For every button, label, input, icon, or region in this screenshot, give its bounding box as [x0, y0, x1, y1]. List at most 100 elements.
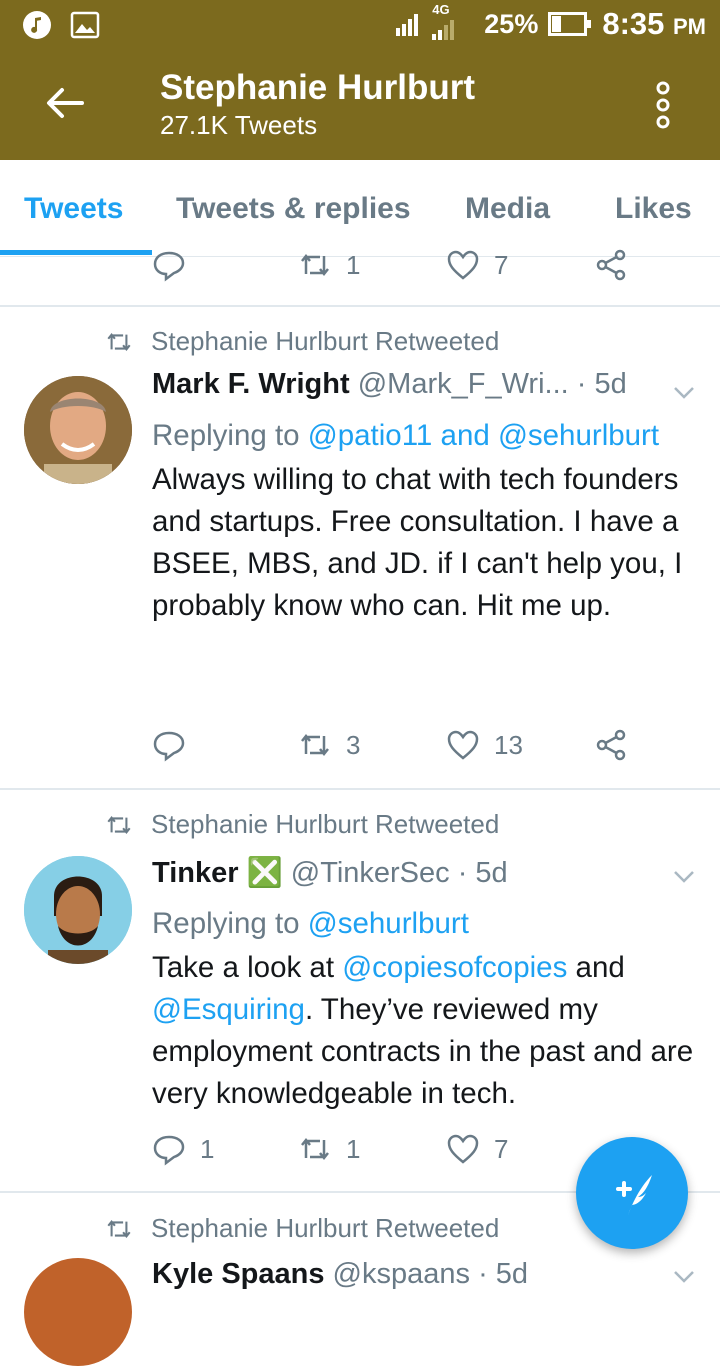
chevron-down-icon[interactable] — [670, 1262, 698, 1290]
replying-mentions[interactable]: @sehurlburt — [308, 907, 469, 940]
tweet-divider — [0, 305, 720, 307]
heart-icon — [447, 730, 479, 760]
retweet-context: Stephanie Hurlburt Retweeted — [105, 1213, 499, 1244]
tab-likes[interactable]: Likes — [615, 192, 692, 226]
compose-tweet-button[interactable] — [576, 1137, 688, 1249]
share-button[interactable] — [594, 728, 628, 762]
retweet-count: 1 — [346, 249, 361, 280]
tweet-header: Mark F. Wright @Mark_F_Wri... · 5d — [152, 368, 627, 401]
avatar[interactable] — [24, 856, 132, 964]
display-name[interactable]: Kyle Spaans — [152, 1258, 324, 1290]
like-count: 7 — [494, 1133, 509, 1164]
reply-button[interactable] — [152, 248, 186, 282]
retweet-icon — [301, 1137, 329, 1161]
retweet-icon — [107, 332, 131, 351]
avatar-face — [24, 856, 132, 964]
like-button[interactable]: 7 — [446, 1132, 508, 1166]
reply-button[interactable]: 1 — [152, 1132, 214, 1166]
tab-tweets[interactable]: Tweets — [24, 192, 123, 226]
tweet-body: Replying to @sehurlburt Take a look at @… — [152, 903, 697, 1115]
top-bar: 4G 25% 8:35 PM Stephanie Hurlburt 27.1K … — [0, 0, 720, 160]
replying-prefix: Replying to — [152, 419, 300, 452]
timestamp: · 5d — [576, 368, 627, 400]
reply-icon — [153, 731, 185, 762]
tweet-text: Always willing to chat with tech founder… — [152, 463, 683, 622]
replying-line: Replying to @sehurlburt — [152, 903, 697, 945]
avatar[interactable] — [24, 376, 132, 484]
battery-icon — [548, 12, 592, 36]
network-type: 4G — [432, 2, 450, 17]
tweet-text-part: Take a look at — [152, 951, 335, 984]
retweet-icon — [301, 733, 329, 757]
replying-prefix: Replying to — [152, 907, 300, 940]
retweet-count: 3 — [346, 729, 361, 760]
avatar-face — [24, 376, 132, 484]
retweet-button[interactable]: 3 — [298, 728, 360, 762]
mention-link[interactable]: @copiesofcopies — [342, 951, 567, 984]
tweet-header: Kyle Spaans @kspaans · 5d — [152, 1258, 528, 1291]
chevron-down-icon[interactable] — [670, 378, 698, 406]
retweet-icon — [107, 1219, 131, 1238]
back-arrow-icon[interactable] — [42, 80, 88, 126]
tweet-divider — [0, 788, 720, 790]
share-button[interactable] — [594, 248, 628, 282]
signal-icon-2 — [432, 20, 455, 40]
tweet-text: Take a look at @copiesofcopies and @Esqu… — [152, 947, 697, 1115]
chevron-down-icon[interactable] — [670, 862, 698, 890]
clock-ampm: PM — [673, 14, 706, 39]
display-name[interactable]: Mark F. Wright — [152, 368, 350, 400]
music-icon — [23, 11, 51, 39]
reply-icon — [153, 1135, 185, 1166]
retweet-button[interactable]: 1 — [298, 1132, 360, 1166]
tab-tweets-and-replies[interactable]: Tweets & replies — [176, 192, 411, 226]
avatar[interactable] — [24, 1258, 132, 1366]
profile-title: Stephanie Hurlburt — [160, 68, 476, 107]
retweet-icon — [301, 253, 329, 277]
reply-icon — [153, 251, 185, 282]
like-count: 7 — [494, 249, 509, 280]
share-icon — [596, 729, 626, 761]
display-name[interactable]: Tinker — [152, 857, 239, 889]
status-right: 4G 25% 8:35 PM — [394, 2, 706, 42]
battery-percent: 25% — [484, 8, 539, 39]
heart-icon — [447, 250, 479, 280]
handle[interactable]: @TinkerSec — [291, 857, 450, 889]
handle[interactable]: @kspaans — [333, 1258, 470, 1290]
tweet-header: Tinker ❎ @TinkerSec · 5d — [152, 856, 508, 890]
replying-mentions[interactable]: @patio11 and @sehurlburt — [308, 419, 659, 452]
clock-time: 8:35 — [602, 6, 665, 41]
retweet-context: Stephanie Hurlburt Retweeted — [105, 326, 499, 357]
profile-tabs: Tweets Tweets & replies Media Likes — [0, 160, 720, 257]
tab-media[interactable]: Media — [465, 192, 550, 226]
status-bar: 4G 25% 8:35 PM — [0, 0, 720, 50]
mention-link[interactable]: @Esquiring — [152, 993, 305, 1026]
clock: 8:35 PM — [602, 6, 706, 42]
tweet-text-part: and — [575, 951, 625, 984]
retweeted-by: Stephanie Hurlburt Retweeted — [151, 326, 500, 356]
retweeted-by: Stephanie Hurlburt Retweeted — [151, 1213, 500, 1243]
compose-icon — [616, 1175, 652, 1215]
retweet-button[interactable]: 1 — [298, 248, 360, 282]
tweet-count: 27.1K Tweets — [160, 110, 318, 140]
like-count: 13 — [494, 729, 523, 760]
timestamp: · 5d — [478, 1258, 529, 1290]
retweeted-by: Stephanie Hurlburt Retweeted — [151, 809, 500, 839]
reply-button[interactable] — [152, 728, 186, 762]
network-indicator: 4G — [430, 2, 460, 42]
handle[interactable]: @Mark_F_Wri... — [358, 368, 569, 400]
retweet-icon — [107, 815, 131, 834]
like-button[interactable]: 7 — [446, 248, 508, 282]
reply-count: 1 — [200, 1133, 215, 1164]
name-badge: ❎ — [246, 857, 283, 889]
signal-icon — [396, 14, 419, 36]
retweet-count: 1 — [346, 1133, 361, 1164]
like-button[interactable]: 13 — [446, 728, 523, 762]
tweet-body: Replying to @patio11 and @sehurlburt Alw… — [152, 415, 697, 627]
active-tab-indicator — [0, 250, 152, 255]
image-icon — [70, 11, 100, 39]
replying-line: Replying to @patio11 and @sehurlburt — [152, 415, 697, 457]
share-icon — [596, 249, 626, 281]
timestamp: · 5d — [457, 857, 508, 889]
more-vert-icon[interactable] — [648, 80, 678, 130]
retweet-context: Stephanie Hurlburt Retweeted — [105, 809, 499, 840]
